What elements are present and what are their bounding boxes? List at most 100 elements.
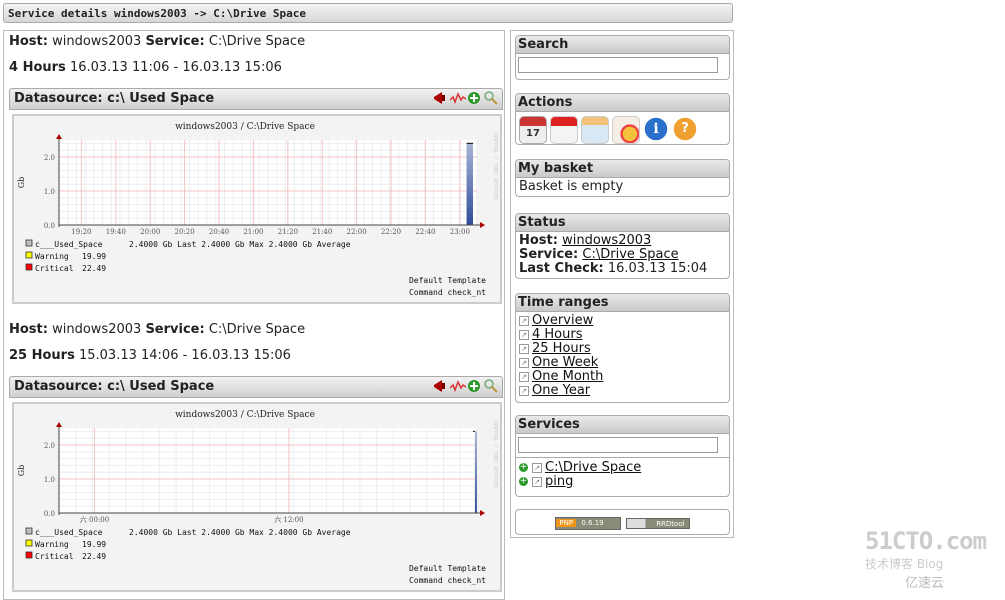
time-range-item[interactable]: ↗ 25 Hours <box>519 342 726 356</box>
actions-box: Actions 17 i ? <box>515 93 730 145</box>
y-tick-label: 0.0 <box>44 510 55 518</box>
add-icon[interactable]: + <box>519 463 528 472</box>
data-area <box>474 431 477 513</box>
external-link-icon: ↗ <box>519 385 529 396</box>
footer-text: Command check_nt <box>409 576 486 585</box>
x-tick-label: 21:20 <box>278 228 298 236</box>
x-tick-label: 20:40 <box>209 228 229 236</box>
add-basket-icon[interactable] <box>467 91 481 105</box>
y-axis-arrow <box>56 422 62 427</box>
pnp-badge[interactable]: PNP 0.6.19 <box>555 517 622 530</box>
graph-line-icon[interactable] <box>449 379 467 393</box>
zoom-icon[interactable] <box>484 379 498 393</box>
y-tick-label: 1.0 <box>44 476 55 484</box>
x-tick-label: 23:00 <box>450 228 470 236</box>
search-box: Search <box>515 35 730 80</box>
y-axis-label: Gb <box>17 465 26 477</box>
service-item[interactable]: + ↗ C:\Drive Space <box>519 461 726 475</box>
y-axis-arrow <box>56 134 62 139</box>
datasource-header: Datasource: c:\ Used Space <box>9 376 503 398</box>
x-tick-label: 19:40 <box>106 228 126 236</box>
graph-25-hours[interactable]: 0.0 1.0 2.0 六 00:00 六 12:00 windows2003 / C:\… <box>12 402 502 592</box>
rrdtool-badge[interactable]: RRDtool <box>625 518 690 529</box>
pdf-icon[interactable] <box>550 116 578 144</box>
basket-chart-icon[interactable] <box>612 116 640 144</box>
search-input[interactable] <box>518 57 718 73</box>
service-item[interactable]: + ↗ ping <box>519 475 726 489</box>
footer-text: Default Template <box>409 276 486 285</box>
legend-value: 22.49 <box>82 552 106 561</box>
legend-name: Warning <box>35 540 69 549</box>
time-range-item[interactable]: ↗ One Year <box>519 384 726 398</box>
legend-value: 19.99 <box>82 252 106 261</box>
last-check-value: 16.03.13 15:04 <box>607 261 708 276</box>
time-range-one-year[interactable]: One Year <box>532 383 590 398</box>
y-tick-label: 2.0 <box>44 154 55 162</box>
time-range-overview[interactable]: Overview <box>532 313 593 328</box>
status-service-label: Service: <box>519 247 579 262</box>
datasource-title: Datasource: c:\ Used Space <box>14 379 215 394</box>
time-range-item[interactable]: ↗ One Month <box>519 370 726 384</box>
calendar-icon[interactable]: 17 <box>519 116 547 144</box>
legend-value: 2.4000 Gb Last 2.4000 Gb Max 2.4000 Gb A… <box>129 528 351 537</box>
time-range-4-hours[interactable]: 4 Hours <box>532 327 583 342</box>
add-basket-icon[interactable] <box>467 379 481 393</box>
graph-line-icon[interactable] <box>449 91 467 105</box>
y-tick-label: 0.0 <box>44 222 55 230</box>
legend-swatch <box>25 251 33 259</box>
x-tick-label: 22:00 <box>347 228 367 236</box>
basket-title: My basket <box>516 160 729 178</box>
legend-swatch <box>25 527 33 535</box>
legend-value: 19.99 <box>82 540 106 549</box>
time-range-item[interactable]: ↗ One Week <box>519 356 726 370</box>
service-link-ping[interactable]: ping <box>545 474 573 489</box>
help-icon[interactable]: ? <box>672 116 698 142</box>
graph-4-hours[interactable]: 0.0 1.0 2.0 19:20 19:40 20:00 20:20 20:40 21:00 2… <box>12 114 502 304</box>
time-ranges-title: Time ranges <box>516 294 729 312</box>
status-host-link[interactable]: windows2003 <box>562 233 651 248</box>
legend-name: c___Used_Space <box>35 528 103 537</box>
external-link-icon: ↗ <box>519 329 529 340</box>
time-range-one-week[interactable]: One Week <box>532 355 598 370</box>
time-range-line: 4 Hours 16.03.13 11:06 - 16.03.13 15:06 <box>9 60 282 75</box>
watermark: 51CTO.com 技术博客 Blog 亿速云 <box>865 527 987 591</box>
services-title: Services <box>516 416 729 434</box>
host-label: Host: <box>9 34 48 49</box>
time-range-item[interactable]: ↗ 4 Hours <box>519 328 726 342</box>
external-link-icon: ↗ <box>532 476 542 487</box>
datasource-title: Datasource: c:\ Used Space <box>14 91 215 106</box>
legend-swatch <box>25 539 33 547</box>
sidebar: Search Actions 17 i ? My basket Basket i… <box>510 30 734 538</box>
service-link-drive-space[interactable]: C:\Drive Space <box>545 460 641 475</box>
external-link-icon: ↗ <box>519 371 529 382</box>
footer-text: Default Template <box>409 564 486 573</box>
x-tick-label: 20:20 <box>175 228 195 236</box>
range-value: 15.03.13 14:06 - 16.03.13 15:06 <box>78 348 291 363</box>
info-icon[interactable]: i <box>643 116 669 142</box>
x-axis-arrow <box>480 510 485 516</box>
pnp-label: PNP <box>556 519 577 527</box>
y-tick-label: 2.0 <box>44 442 55 450</box>
legend-value: 2.4000 Gb Last 2.4000 Gb Max 2.4000 Gb A… <box>129 240 351 249</box>
time-range-one-month[interactable]: One Month <box>532 369 603 384</box>
service-value: C:\Drive Space <box>208 322 306 337</box>
pnp-version: 0.6.19 <box>581 519 604 527</box>
y-axis-label: Gb <box>17 177 26 189</box>
add-icon[interactable]: + <box>519 477 528 486</box>
chart-title: windows2003 / C:\Drive Space <box>175 410 315 420</box>
zoom-icon[interactable] <box>484 91 498 105</box>
time-range-25-hours[interactable]: 25 Hours <box>532 341 591 356</box>
status-title: Status <box>516 214 729 232</box>
status-service-link[interactable]: C:\Drive Space <box>582 247 678 262</box>
services-filter-input[interactable] <box>518 437 718 453</box>
x-tick-label: 22:40 <box>415 228 435 236</box>
xml-icon[interactable] <box>581 116 609 144</box>
time-ranges-box: Time ranges ↗ Overview ↗ 4 Hours ↗ 25 Hours… <box>515 293 730 403</box>
status-box: Status Host: windows2003 Service: C:\Dri… <box>515 213 730 279</box>
rrdtool-watermark: RRDTOOL / TOBI OETIKER <box>492 421 498 488</box>
time-range-item[interactable]: ↗ Overview <box>519 314 726 328</box>
megaphone-icon[interactable] <box>433 379 447 393</box>
time-range-line: 25 Hours 15.03.13 14:06 - 16.03.13 15:06 <box>9 348 291 363</box>
megaphone-icon[interactable] <box>433 91 447 105</box>
external-link-icon: ↗ <box>532 462 542 473</box>
